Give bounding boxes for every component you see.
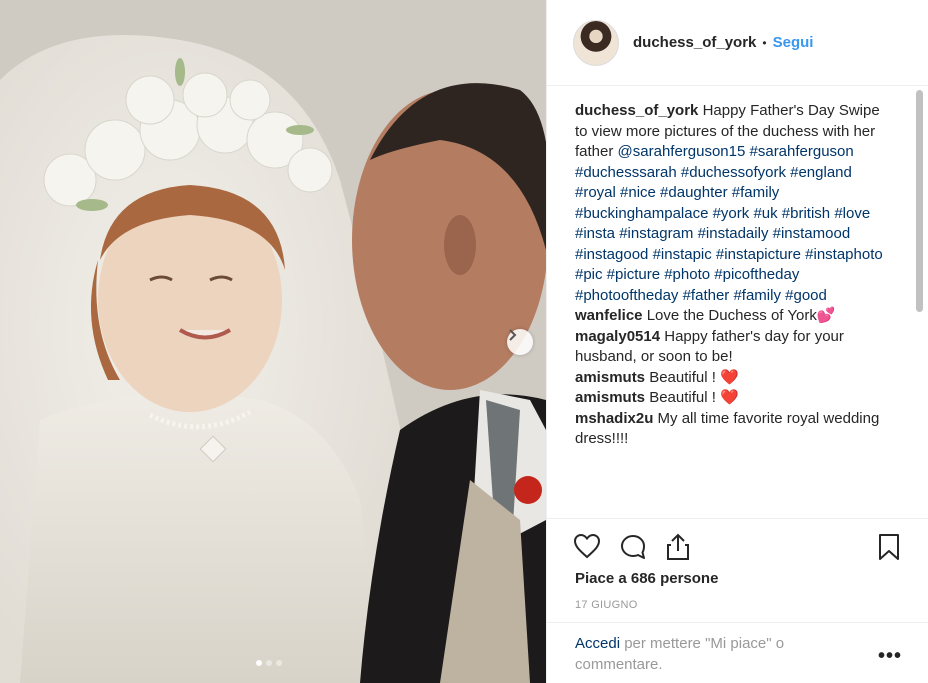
heart-icon <box>573 533 601 559</box>
comment-icon <box>621 535 645 559</box>
post-side-panel: duchess_of_york • Segui duchess_of_york … <box>546 0 928 683</box>
comment-username[interactable]: mshadix2u <box>575 410 653 427</box>
post-actions <box>547 518 928 572</box>
post-header: duchess_of_york • Segui <box>547 0 928 86</box>
comment-item: magaly0514 Happy father's day for your h… <box>575 327 895 368</box>
comment-item: amismuts Beautiful ! ❤️ <box>575 368 895 389</box>
caption: duchess_of_york Happy Father's Day Swipe… <box>575 101 895 306</box>
avatar[interactable] <box>573 19 619 66</box>
comment-username[interactable]: wanfelice <box>575 307 643 324</box>
comment-text: Beautiful ! ❤️ <box>649 368 739 386</box>
like-button[interactable] <box>573 533 601 564</box>
scrollbar-thumb[interactable] <box>916 90 923 312</box>
carousel-dot-active <box>256 660 262 666</box>
follow-button[interactable]: Segui <box>773 34 814 51</box>
comments-scrollbar[interactable] <box>913 86 927 518</box>
comment-text: Beautiful ! ❤️ <box>649 389 739 406</box>
comment-item: amismuts Beautiful ! ❤️ <box>575 388 895 409</box>
comment-item: wanfelice Love the Duchess of York💕 <box>575 306 895 327</box>
comment-username[interactable]: magaly0514 <box>575 328 660 345</box>
comment-item: mshadix2u My all time favorite royal wed… <box>575 409 895 450</box>
comment-username[interactable]: duchess_of_york <box>575 102 698 119</box>
login-prompt: Accedi per mettere "Mi piace" o commenta… <box>547 622 928 683</box>
wedding-photo-illustration <box>0 0 546 683</box>
header-separator: • <box>762 35 767 50</box>
save-button[interactable] <box>877 533 901 566</box>
carousel-dot <box>276 660 282 666</box>
comments-list[interactable]: duchess_of_york Happy Father's Day Swipe… <box>575 101 895 517</box>
carousel-indicator <box>256 660 282 666</box>
post-photo <box>0 0 546 683</box>
login-link[interactable]: Accedi <box>575 635 620 652</box>
header-username[interactable]: duchess_of_york <box>633 34 756 51</box>
likes-count[interactable]: Piace a 686 persone <box>575 570 718 587</box>
share-icon <box>667 533 689 560</box>
caption-hashtags[interactable]: @sarahferguson15 #sarahferguson #duchess… <box>575 143 883 304</box>
share-button[interactable] <box>665 533 691 566</box>
login-message: Accedi per mettere "Mi piace" o commenta… <box>575 634 835 675</box>
comment-username[interactable]: amismuts <box>575 369 645 386</box>
carousel-dot <box>266 660 272 666</box>
chevron-right-icon <box>509 329 517 341</box>
comment-username[interactable]: amismuts <box>575 389 645 406</box>
bookmark-icon <box>879 534 899 560</box>
post-date[interactable]: 17 GIUGNO <box>575 599 638 611</box>
comment-text: Love the Duchess of York💕 <box>646 307 836 324</box>
comment-button[interactable] <box>619 533 647 566</box>
next-image-button[interactable] <box>507 329 533 355</box>
more-options-button[interactable]: ••• <box>878 645 902 668</box>
